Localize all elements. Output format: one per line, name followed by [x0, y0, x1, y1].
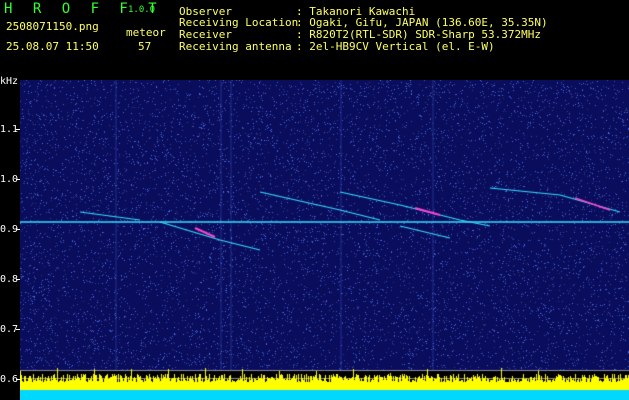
meteor-label: meteor — [126, 26, 166, 39]
y-unit-label: kHz — [0, 76, 19, 87]
timestamp: 25.08.07 11:50 — [6, 40, 99, 53]
antenna-label: Receiving antenna — [179, 40, 292, 53]
antenna-value: : 2el-HB9CV Vertical (el. E-W) — [296, 40, 495, 53]
spectrogram-plot — [20, 80, 629, 400]
file-name: 2508071150.png — [6, 20, 99, 33]
header-panel: H R O F F T 1.0.0 2508071150.png meteor … — [0, 0, 629, 80]
app-version: 1.0.0 — [128, 5, 156, 15]
meteor-count: 57 — [138, 40, 152, 53]
